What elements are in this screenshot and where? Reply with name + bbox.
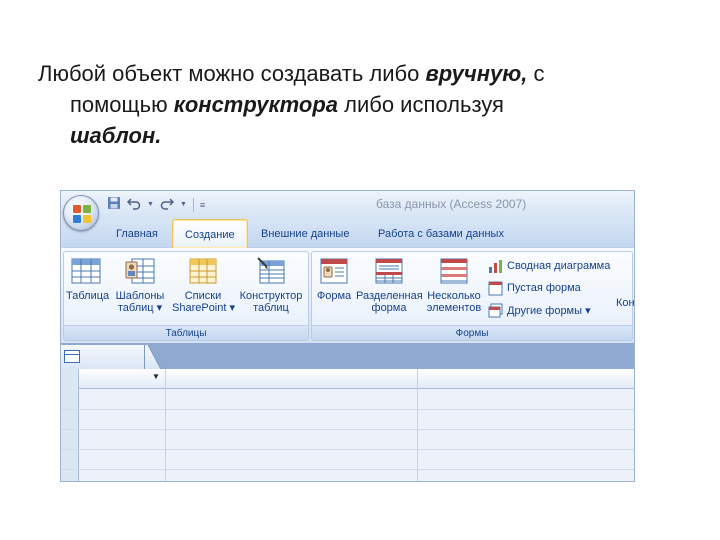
row-divider (61, 409, 634, 410)
caption-line-1: Любой объект можно создавать либо вручну… (38, 61, 545, 86)
row-divider (61, 449, 634, 450)
title-bar: ▼ ▼ ≡ база данных (Access 2007) (61, 191, 634, 231)
group-tables-label: Таблицы (64, 325, 308, 340)
more-forms-icon (488, 303, 503, 318)
multiple-items-button[interactable]: Несколько элементов (424, 256, 484, 314)
undo-icon[interactable] (126, 196, 141, 214)
row-divider (61, 429, 634, 430)
tab-database-tools[interactable]: Работа с базами данных (378, 225, 504, 247)
table-design-icon (255, 256, 287, 286)
quick-access-toolbar: ▼ ▼ ≡ (107, 196, 205, 214)
datasheet-grid[interactable]: ▼ (61, 369, 634, 481)
row-divider (61, 469, 634, 470)
form-button[interactable]: Форма (314, 256, 354, 302)
customize-qat-icon[interactable]: ≡ (200, 197, 205, 213)
datasheet-icon (64, 350, 80, 363)
record-selector-column (61, 369, 79, 481)
sharepoint-lists-icon (187, 256, 219, 286)
document-tab-strip (61, 343, 634, 369)
caption-line-2: помощью конструктора либо используя (70, 92, 504, 117)
qat-separator (192, 198, 194, 212)
tab-external-data[interactable]: Внешние данные (261, 225, 349, 247)
forms-design-button-cut[interactable]: Кон (616, 297, 634, 309)
window-title: база данных (Access 2007) (376, 197, 527, 211)
caption-line-3: шаблон. (70, 123, 162, 148)
form-icon (318, 256, 350, 286)
slide-caption: Любой объект можно создавать либо вручну… (38, 58, 698, 151)
table-button[interactable]: Таблица (66, 256, 109, 302)
table-design-button[interactable]: Конструктор таблиц (236, 256, 306, 314)
document-tab-table1[interactable] (61, 345, 145, 369)
group-forms: Форма Разделенная форма Несколько элемен… (311, 251, 634, 341)
tab-create[interactable]: Создание (172, 219, 248, 248)
datasheet-header-row (61, 369, 634, 389)
office-button[interactable] (63, 195, 99, 231)
sharepoint-lists-button[interactable]: Списки SharePoint ▾ (172, 256, 235, 314)
blank-form-button[interactable]: Пустая форма (488, 278, 581, 298)
pivot-chart-button[interactable]: Сводная диаграмма (488, 256, 610, 276)
tab-home[interactable]: Главная (116, 225, 158, 247)
split-form-icon (373, 256, 405, 286)
chevron-down-icon[interactable]: ▼ (180, 197, 187, 213)
column-dropdown-icon[interactable]: ▼ (152, 372, 160, 381)
table-templates-button[interactable]: Шаблоны таблиц ▾ (114, 256, 166, 314)
table-icon (70, 256, 102, 286)
office-logo-icon (73, 205, 91, 223)
ribbon-tabs: Главная Создание Внешние данные Работа с… (61, 219, 634, 248)
table-templates-icon (124, 256, 156, 286)
group-tables: Таблица Шаблоны таблиц ▾ Списки SharePoi… (63, 251, 309, 341)
group-forms-label: Формы (312, 325, 632, 340)
blank-form-icon (488, 281, 503, 296)
column-divider (165, 369, 166, 481)
ribbon: Таблица Шаблоны таблиц ▾ Списки SharePoi… (61, 247, 634, 343)
multiple-items-icon (438, 256, 470, 286)
save-icon[interactable] (107, 196, 121, 214)
chevron-down-icon[interactable]: ▼ (147, 197, 154, 213)
split-form-button[interactable]: Разделенная форма (356, 256, 423, 314)
redo-icon[interactable] (160, 196, 174, 214)
column-divider (417, 369, 418, 481)
document-area: ▼ (61, 343, 634, 481)
more-forms-button[interactable]: Другие формы ▾ (488, 300, 591, 320)
pivot-chart-icon (488, 259, 503, 274)
access-screenshot: ▼ ▼ ≡ база данных (Access 2007) Главная … (60, 190, 635, 482)
